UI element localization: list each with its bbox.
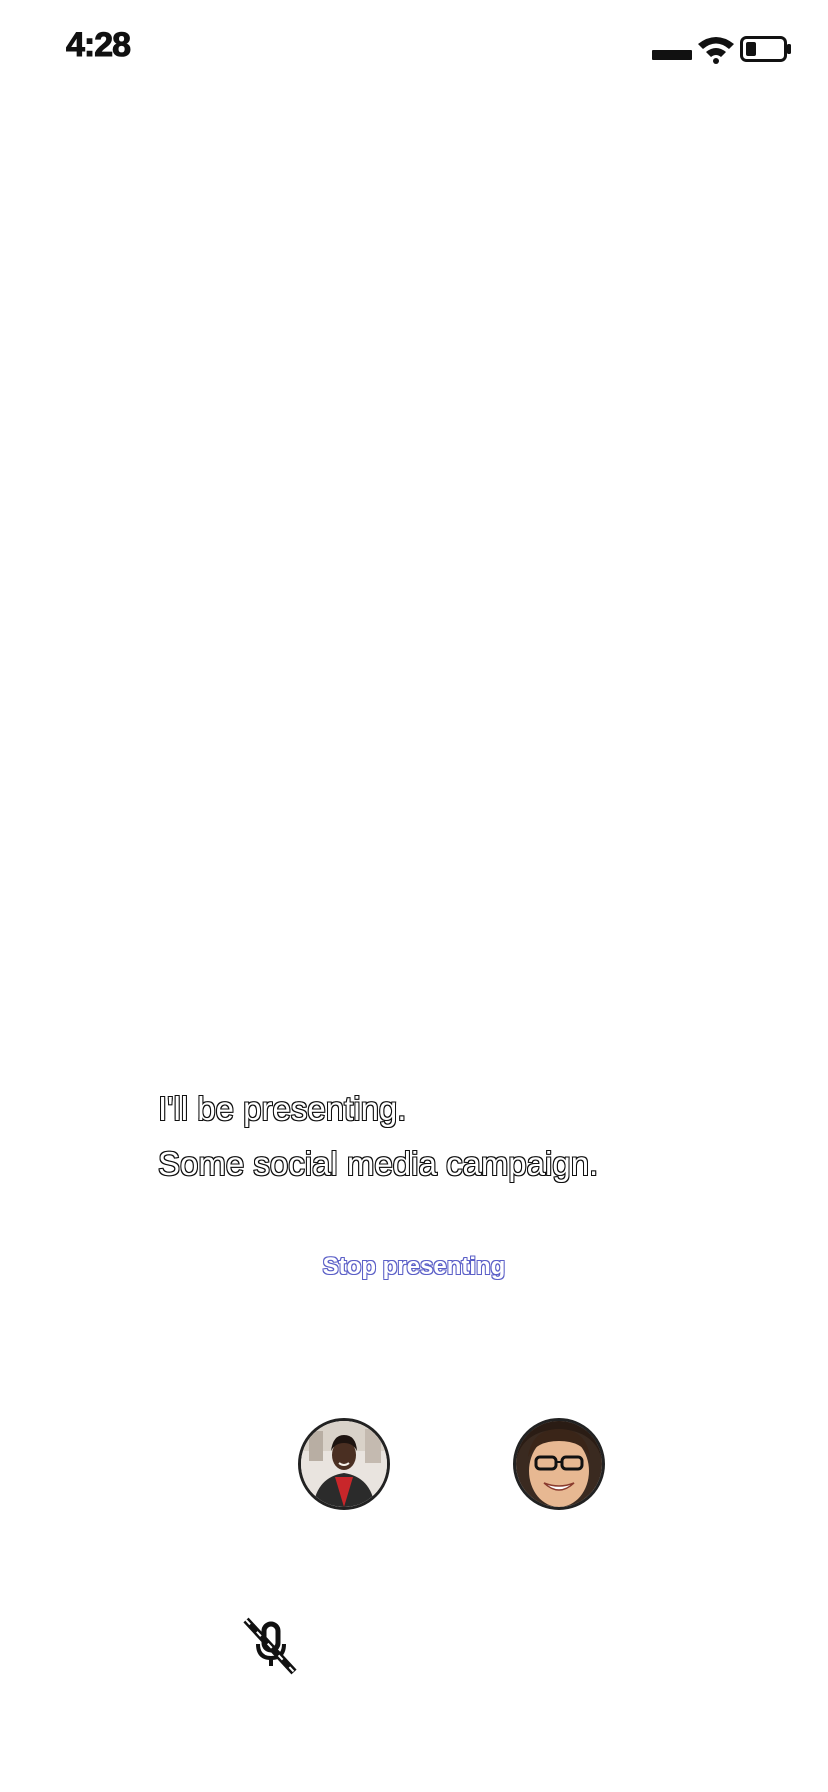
participant-2-avatar[interactable]	[513, 1418, 605, 1510]
presenting-status-text: I'll be presenting.	[157, 1089, 407, 1128]
battery-icon	[740, 36, 791, 62]
status-time: 4:28	[65, 26, 131, 65]
status-bar: 4:28	[0, 0, 828, 100]
person-photo-icon	[516, 1421, 602, 1507]
person-photo-icon	[301, 1421, 387, 1507]
presentation-title: Some social media campaign.	[157, 1144, 599, 1183]
screen: 4:28 I'll be presenting. Some social med…	[0, 0, 828, 1792]
participant-1-avatar[interactable]	[298, 1418, 390, 1510]
cellular-signal-icon	[652, 50, 692, 60]
mic-off-icon[interactable]	[240, 1616, 300, 1676]
stop-presenting-button[interactable]: Stop presenting	[0, 1252, 828, 1281]
wifi-icon	[698, 37, 734, 64]
